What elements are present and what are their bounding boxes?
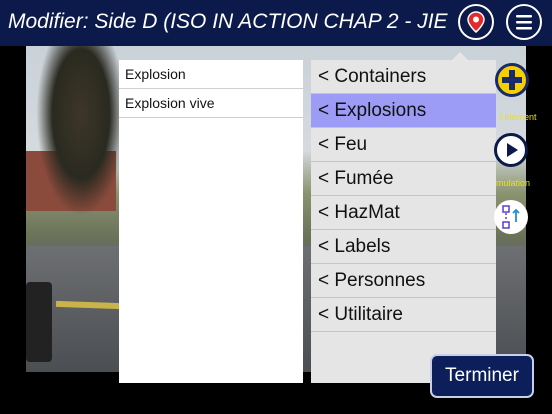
menu-icon bbox=[516, 15, 532, 30]
popover-caret bbox=[452, 52, 468, 60]
map-pin-button[interactable] bbox=[458, 4, 494, 40]
play-icon bbox=[507, 143, 518, 157]
add-element-label: l élément bbox=[500, 112, 537, 122]
terminer-button[interactable]: Terminer bbox=[430, 354, 534, 398]
header-bar: Modifier: Side D (ISO IN ACTION CHAP 2 -… bbox=[0, 0, 552, 46]
category-item-utilitaire[interactable]: < Utilitaire bbox=[311, 298, 496, 332]
category-item-hazmat[interactable]: < HazMat bbox=[311, 196, 496, 230]
add-element-button[interactable] bbox=[495, 63, 529, 97]
tree-image bbox=[36, 46, 126, 216]
list-item[interactable]: Explosion vive bbox=[119, 89, 303, 118]
category-item-labels[interactable]: < Labels bbox=[311, 230, 496, 264]
simulation-label: mulation bbox=[496, 178, 531, 188]
reorder-icon bbox=[502, 205, 520, 229]
car-image bbox=[26, 282, 52, 362]
page-title: Modifier: Side D (ISO IN ACTION CHAP 2 -… bbox=[8, 10, 448, 33]
simulation-button[interactable] bbox=[494, 133, 528, 167]
category-item-feu[interactable]: < Feu bbox=[311, 128, 496, 162]
category-item-personnes[interactable]: < Personnes bbox=[311, 264, 496, 298]
category-list: < Containers < Explosions < Feu < Fumée … bbox=[311, 60, 496, 383]
category-item-explosions[interactable]: < Explosions bbox=[311, 94, 496, 128]
map-pin-icon bbox=[467, 11, 485, 33]
reorder-button[interactable] bbox=[494, 200, 528, 234]
plus-icon bbox=[502, 70, 522, 90]
list-item[interactable]: Explosion bbox=[119, 60, 303, 89]
item-list: Explosion Explosion vive bbox=[119, 60, 303, 383]
menu-button[interactable] bbox=[506, 4, 542, 40]
category-item-fumee[interactable]: < Fumée bbox=[311, 162, 496, 196]
category-item-containers[interactable]: < Containers bbox=[311, 60, 496, 94]
